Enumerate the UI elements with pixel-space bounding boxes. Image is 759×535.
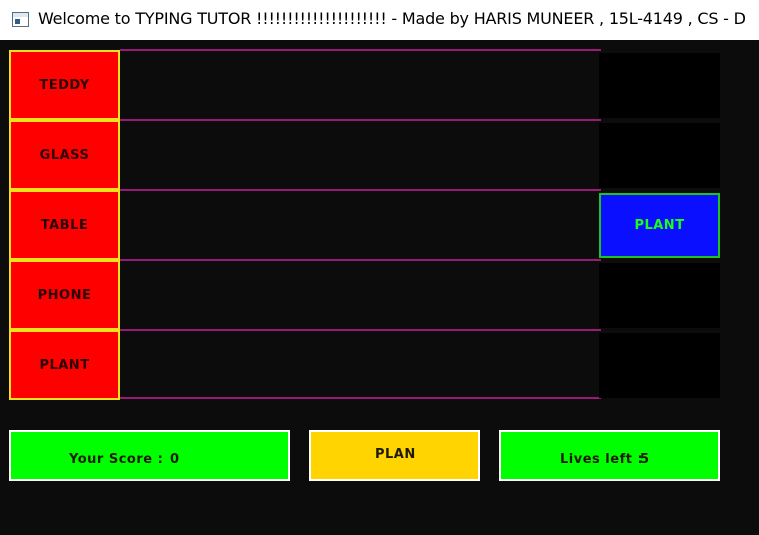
word-box-5: PLANT bbox=[9, 330, 120, 400]
typed-input-panel[interactable]: PLAN bbox=[309, 430, 480, 481]
drop-slot-2 bbox=[599, 123, 720, 188]
word-label: GLASS bbox=[39, 147, 90, 163]
word-box-4: PHONE bbox=[9, 260, 120, 330]
word-box-2: GLASS bbox=[9, 120, 120, 190]
drop-slot-1 bbox=[599, 53, 720, 118]
word-lane-1 bbox=[120, 49, 601, 119]
typed-input-text: PLAN bbox=[375, 447, 416, 462]
word-label: PHONE bbox=[37, 287, 92, 303]
drop-slot-5 bbox=[599, 333, 720, 398]
word-box-3: TABLE bbox=[9, 190, 120, 260]
score-label: Your Score : bbox=[69, 452, 164, 467]
word-lane-4 bbox=[120, 259, 601, 329]
word-lane-2 bbox=[120, 119, 601, 189]
score-value: 0 bbox=[170, 452, 180, 467]
game-board: TEDDY GLASS TABLE PHONE PLANT PLANT Your… bbox=[0, 40, 759, 535]
falling-word-box: PLANT bbox=[599, 193, 720, 258]
word-box-1: TEDDY bbox=[9, 50, 120, 120]
word-label: TABLE bbox=[40, 217, 89, 233]
word-lane-3 bbox=[120, 189, 601, 259]
falling-word-label: PLANT bbox=[634, 218, 685, 233]
application-window-icon bbox=[12, 12, 29, 27]
drop-slot-4 bbox=[599, 263, 720, 328]
word-lane-5 bbox=[120, 329, 601, 399]
lives-panel: Lives left : 5 bbox=[499, 430, 720, 481]
word-label: TEDDY bbox=[39, 77, 90, 93]
lives-value: 5 bbox=[640, 452, 650, 467]
score-panel: Your Score : 0 bbox=[9, 430, 290, 481]
word-label: PLANT bbox=[39, 357, 90, 373]
lives-label: Lives left : bbox=[560, 452, 644, 467]
title-bar: Welcome to TYPING TUTOR !!!!!!!!!!!!!!!!… bbox=[0, 0, 759, 40]
game-window: Welcome to TYPING TUTOR !!!!!!!!!!!!!!!!… bbox=[0, 0, 759, 535]
window-title: Welcome to TYPING TUTOR !!!!!!!!!!!!!!!!… bbox=[38, 9, 746, 28]
